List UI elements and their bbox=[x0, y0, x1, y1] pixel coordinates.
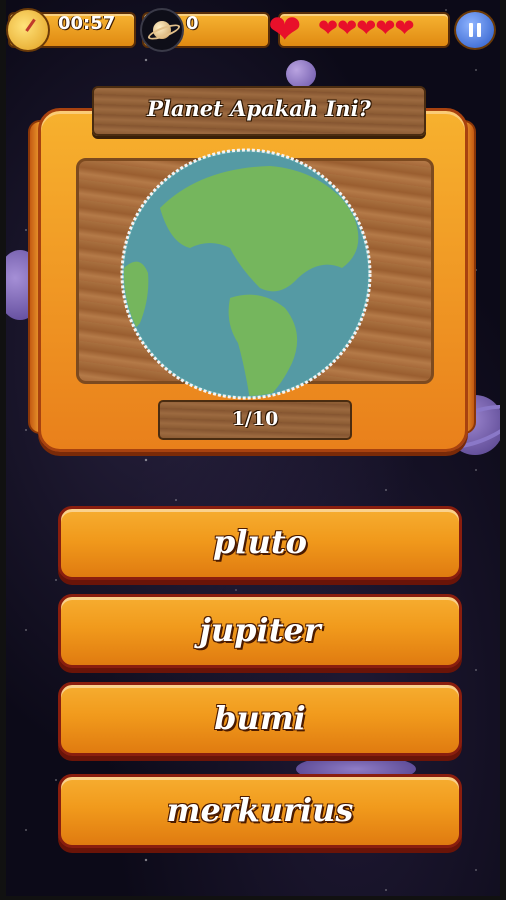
small-planet-icon bbox=[286, 60, 316, 88]
timer-value: 00:57 bbox=[58, 13, 116, 34]
life-heart-icon: ❤ bbox=[356, 14, 376, 42]
life-heart-icon: ❤ bbox=[337, 14, 357, 42]
answer-button-2[interactable]: jupiter bbox=[58, 594, 462, 668]
answer-label: pluto bbox=[213, 523, 307, 561]
life-heart-icon: ❤ bbox=[375, 14, 395, 42]
score-value: 0 bbox=[186, 13, 199, 34]
pause-button[interactable] bbox=[454, 10, 496, 50]
question-title: Planet Apakah Ini? bbox=[147, 96, 371, 121]
heart-icon: ❤ bbox=[268, 7, 302, 53]
life-heart-icon: ❤ bbox=[318, 14, 338, 42]
answer-label: merkurius bbox=[166, 791, 354, 829]
saturn-icon bbox=[140, 8, 184, 52]
life-heart-icon: ❤ bbox=[394, 14, 414, 42]
progress-plank: 1/10 bbox=[158, 400, 352, 440]
lives-hearts: ❤❤❤❤❤ bbox=[318, 14, 415, 42]
stopwatch-icon bbox=[6, 8, 50, 52]
answer-label: bumi bbox=[214, 699, 306, 737]
answer-label: jupiter bbox=[199, 611, 321, 649]
hud-bar: 00:57 0 ❤ ❤❤❤❤❤ bbox=[6, 7, 500, 53]
answer-button-1[interactable]: pluto bbox=[58, 506, 462, 580]
question-title-plank: Planet Apakah Ini? bbox=[92, 86, 426, 136]
answer-button-4[interactable]: merkurius bbox=[58, 774, 462, 848]
question-progress: 1/10 bbox=[231, 408, 279, 430]
earth-globe-image bbox=[120, 148, 372, 400]
answer-button-3[interactable]: bumi bbox=[58, 682, 462, 756]
